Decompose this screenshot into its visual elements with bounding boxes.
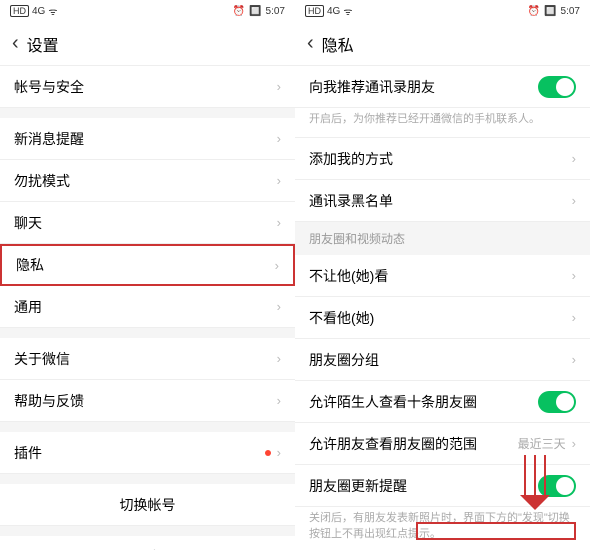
logout-button[interactable]: 退出	[0, 536, 295, 550]
gap	[0, 474, 295, 484]
chevron-icon: ›	[277, 299, 281, 314]
status-bar: HD 4G ᯤ ⏰ 🔲 5:07	[295, 0, 590, 22]
row-label: 隐私	[16, 255, 275, 275]
battery-icon: 🔲	[249, 6, 261, 17]
chevron-icon: ›	[572, 151, 576, 166]
settings-row[interactable]: 关于微信›	[0, 338, 295, 380]
privacy-list: 向我推荐通讯录朋友 开启后，为你推荐已经开通微信的手机联系人。 添加我的方式 ›…	[295, 66, 590, 550]
battery-icon: 🔲	[544, 6, 556, 17]
settings-row[interactable]: 勿扰模式›	[0, 160, 295, 202]
privacy-screen: HD 4G ᯤ ⏰ 🔲 5:07 ‹ 隐私 向我推荐通讯录朋友 开启后，为你推荐…	[295, 0, 590, 550]
gap	[0, 108, 295, 118]
row-label: 通用	[14, 297, 277, 317]
row-blacklist[interactable]: 通讯录黑名单 ›	[295, 180, 590, 222]
row-label: 朋友圈更新提醒	[309, 476, 538, 496]
settings-row[interactable]: 新消息提醒›	[0, 118, 295, 160]
row-value: 最近三天	[518, 435, 566, 452]
chevron-icon: ›	[277, 79, 281, 94]
chevron-icon: ›	[277, 393, 281, 408]
row-label: 不让他(她)看	[309, 266, 572, 286]
settings-screen: HD 4G ᯤ ⏰ 🔲 5:07 ‹ 设置 帐号与安全›新消息提醒›勿扰模式›聊…	[0, 0, 295, 550]
carrier-label: 4G	[327, 6, 340, 17]
time-label: 5:07	[266, 6, 285, 17]
back-icon[interactable]: ‹	[12, 32, 19, 55]
note-update: 关闭后，有朋友发表新照片时，界面下方的"发现"切换按钮上不再出现红点提示。	[295, 507, 590, 550]
row-label: 允许朋友查看朋友圈的范围	[309, 434, 518, 454]
row-label: 帮助与反馈	[14, 391, 277, 411]
page-title: 设置	[27, 32, 59, 56]
gap	[0, 422, 295, 432]
chevron-icon: ›	[275, 258, 279, 273]
row-label: 勿扰模式	[14, 171, 277, 191]
chevron-icon: ›	[277, 215, 281, 230]
toggle-recommend[interactable]	[538, 76, 576, 98]
chevron-icon: ›	[277, 131, 281, 146]
row-label: 插件	[14, 443, 265, 463]
row-label: 不看他(她)	[309, 308, 572, 328]
row-add-me[interactable]: 添加我的方式 ›	[295, 138, 590, 180]
toggle-update-reminder[interactable]	[538, 475, 576, 497]
settings-row[interactable]: 隐私›	[0, 244, 295, 286]
chevron-icon: ›	[572, 352, 576, 367]
row-label: 通讯录黑名单	[309, 191, 572, 211]
row-recommend-contacts[interactable]: 向我推荐通讯录朋友	[295, 66, 590, 108]
back-icon[interactable]: ‹	[307, 32, 314, 55]
hd-icon: HD	[305, 5, 324, 17]
row-label: 聊天	[14, 213, 277, 233]
badge-dot	[265, 450, 271, 456]
page-title: 隐私	[322, 32, 354, 56]
chevron-icon: ›	[572, 193, 576, 208]
row-friend-range[interactable]: 允许朋友查看朋友圈的范围 最近三天 ›	[295, 423, 590, 465]
hd-icon: HD	[10, 5, 29, 17]
chevron-icon: ›	[277, 351, 281, 366]
settings-row[interactable]: 插件 ›	[0, 432, 295, 474]
row-label: 允许陌生人查看十条朋友圈	[309, 392, 538, 412]
settings-row[interactable]: 聊天›	[0, 202, 295, 244]
settings-list: 帐号与安全›新消息提醒›勿扰模式›聊天›隐私›通用›关于微信›帮助与反馈›插件›…	[0, 66, 295, 550]
alarm-icon: ⏰	[528, 6, 540, 17]
gap	[0, 526, 295, 536]
chevron-icon: ›	[277, 445, 281, 460]
row-label: 向我推荐通讯录朋友	[309, 77, 538, 97]
chevron-icon: ›	[572, 436, 576, 451]
row-label: 朋友圈分组	[309, 350, 572, 370]
carrier-label: 4G	[32, 6, 45, 17]
gap	[0, 328, 295, 338]
time-label: 5:07	[561, 6, 580, 17]
settings-row[interactable]: 通用›	[0, 286, 295, 328]
wifi-icon: ᯤ	[343, 4, 352, 18]
alarm-icon: ⏰	[233, 6, 245, 17]
switch-account-button[interactable]: 切换帐号	[0, 484, 295, 526]
row-label: 添加我的方式	[309, 149, 572, 169]
chevron-icon: ›	[277, 173, 281, 188]
row-stranger-ten[interactable]: 允许陌生人查看十条朋友圈	[295, 381, 590, 423]
settings-row[interactable]: 帐号与安全›	[0, 66, 295, 108]
toggle-stranger-ten[interactable]	[538, 391, 576, 413]
header: ‹ 隐私	[295, 22, 590, 66]
settings-row[interactable]: 帮助与反馈›	[0, 380, 295, 422]
row-moments-group[interactable]: 朋友圈分组 ›	[295, 339, 590, 381]
wifi-icon: ᯤ	[48, 4, 57, 18]
row-label: 关于微信	[14, 349, 277, 369]
row-update-reminder[interactable]: 朋友圈更新提醒	[295, 465, 590, 507]
section-moments: 朋友圈和视频动态	[295, 222, 590, 255]
chevron-icon: ›	[572, 268, 576, 283]
status-bar: HD 4G ᯤ ⏰ 🔲 5:07	[0, 0, 295, 22]
chevron-icon: ›	[572, 310, 576, 325]
row-dont-let-see[interactable]: 不让他(她)看 ›	[295, 255, 590, 297]
note-recommend: 开启后，为你推荐已经开通微信的手机联系人。	[295, 108, 590, 138]
row-dont-see[interactable]: 不看他(她) ›	[295, 297, 590, 339]
row-label: 新消息提醒	[14, 129, 277, 149]
row-label: 帐号与安全	[14, 77, 277, 97]
header: ‹ 设置	[0, 22, 295, 66]
